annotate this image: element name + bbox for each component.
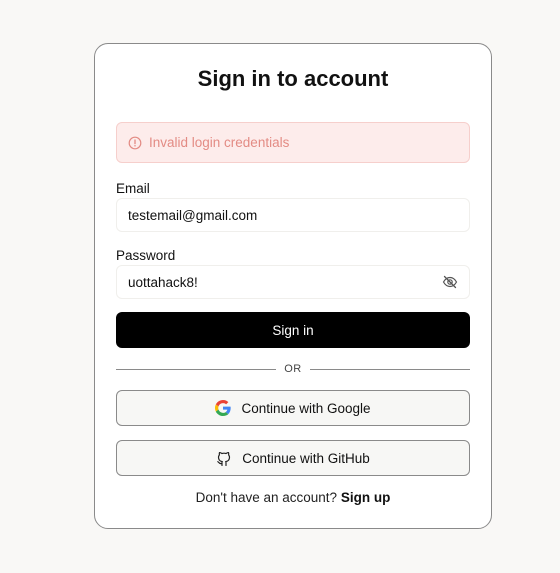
github-button-label: Continue with GitHub	[242, 450, 370, 466]
signup-prompt: Don't have an account? Sign up	[95, 490, 491, 505]
or-divider: OR	[116, 361, 470, 377]
github-icon	[216, 450, 232, 466]
sign-up-link[interactable]: Sign up	[341, 490, 391, 505]
email-label: Email	[116, 181, 150, 196]
eye-off-icon[interactable]	[442, 274, 458, 290]
signup-prompt-text: Don't have an account?	[195, 490, 338, 505]
sign-in-card: Sign in to account Invalid login credent…	[94, 43, 492, 529]
google-icon	[215, 400, 232, 416]
error-alert: Invalid login credentials	[116, 122, 470, 163]
password-field-container	[116, 265, 470, 299]
alert-message: Invalid login credentials	[149, 135, 290, 150]
divider-label: OR	[284, 363, 302, 375]
alert-circle-icon	[128, 136, 142, 150]
password-label: Password	[116, 248, 176, 263]
continue-with-github-button[interactable]: Continue with GitHub	[116, 440, 470, 476]
email-field[interactable]	[128, 207, 458, 223]
continue-with-google-button[interactable]: Continue with Google	[116, 390, 470, 426]
divider-line-right	[309, 368, 470, 370]
sign-in-button[interactable]: Sign in	[116, 312, 470, 348]
google-button-label: Continue with Google	[241, 400, 371, 416]
password-field[interactable]	[128, 274, 442, 290]
page-title: Sign in to account	[197, 66, 389, 91]
email-field-container	[116, 198, 470, 232]
divider-line-left	[116, 368, 277, 370]
